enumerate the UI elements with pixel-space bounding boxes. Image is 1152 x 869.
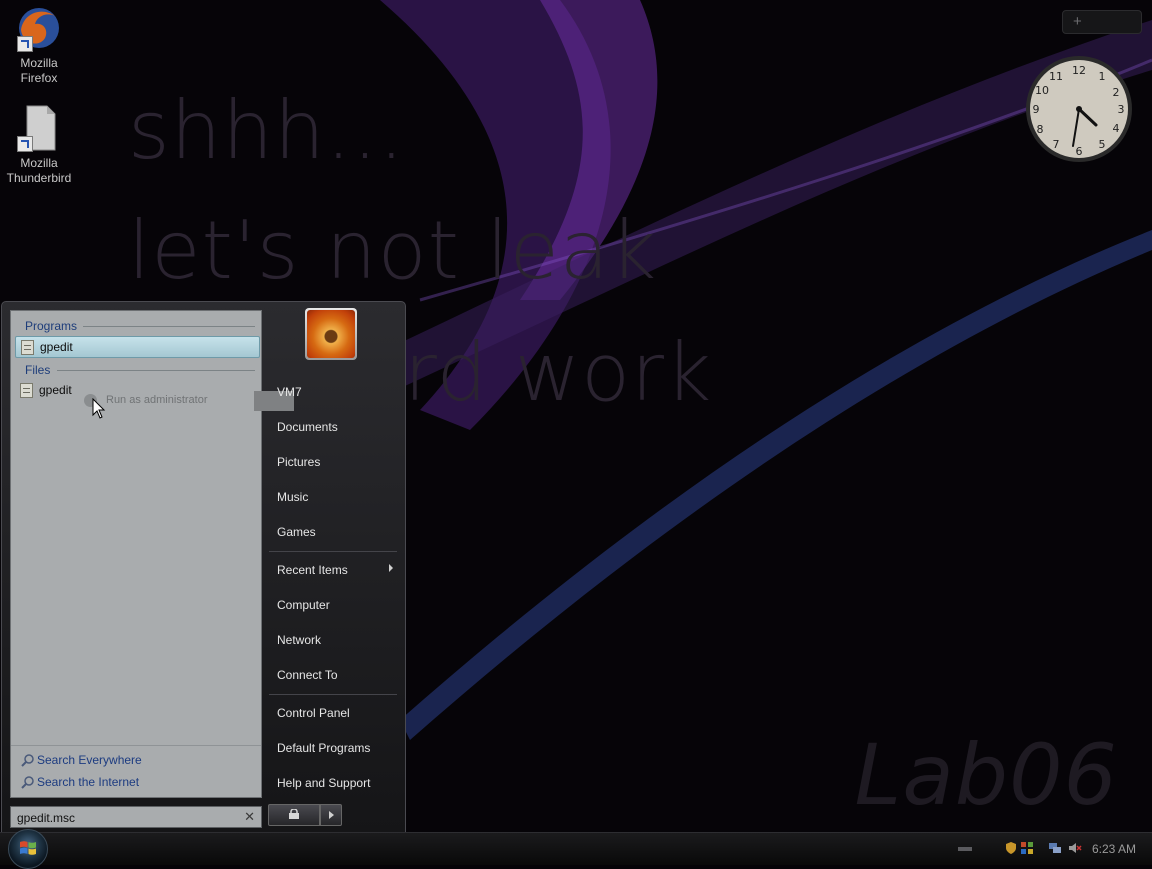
close-icon[interactable]: ✕ (244, 809, 255, 825)
wallpaper-text-line2: let's not leak (128, 204, 658, 297)
svg-text:6: 6 (1076, 145, 1083, 158)
thunderbird-icon (15, 104, 63, 152)
power-options-arrow-button[interactable] (320, 804, 342, 826)
svg-text:2: 2 (1113, 86, 1120, 99)
network-icon[interactable] (1048, 841, 1062, 855)
shortcut-arrow-icon (17, 136, 33, 152)
desktop-icon-thunderbird[interactable]: Mozilla Thunderbird (0, 104, 78, 186)
wallpaper-text-line1: shhh... (128, 84, 406, 177)
volume-muted-icon[interactable] (1068, 841, 1082, 855)
document-icon (21, 340, 34, 355)
programs-heading: Programs (25, 319, 78, 333)
document-icon (20, 383, 33, 398)
clock-gadget[interactable]: 12 12 3 45 6 78 9 1011 (1024, 54, 1134, 164)
section-divider (57, 370, 255, 371)
right-item-network[interactable]: Network (269, 625, 397, 655)
start-menu: Programs gpedit Files gpedit Search Ever… (1, 301, 406, 833)
mouse-cursor-icon (92, 398, 106, 419)
svg-text:9: 9 (1033, 103, 1040, 116)
desktop-icon-firefox[interactable]: Mozilla Firefox (0, 4, 78, 86)
svg-text:5: 5 (1099, 138, 1106, 151)
program-result-gpedit[interactable]: gpedit (15, 336, 260, 358)
run-as-administrator-hint[interactable]: Run as administrator (76, 391, 294, 411)
start-button[interactable] (8, 829, 48, 869)
power-controls (268, 804, 342, 826)
start-search-box[interactable]: ✕ (10, 806, 262, 828)
right-item-computer[interactable]: Computer (269, 590, 397, 620)
search-input[interactable] (15, 808, 241, 827)
user-picture[interactable] (305, 308, 357, 360)
svg-text:1: 1 (1099, 70, 1106, 83)
shortcut-arrow-icon (17, 36, 33, 52)
svg-text:11: 11 (1049, 70, 1063, 83)
svg-text:7: 7 (1053, 138, 1060, 151)
firefox-icon (15, 4, 63, 52)
right-item-default-programs[interactable]: Default Programs (269, 733, 397, 763)
magnifier-icon (21, 754, 34, 767)
result-label: gpedit (39, 383, 72, 397)
taskbar: 6:23 AM (0, 829, 1152, 869)
search-links-divider (11, 745, 261, 746)
right-item-music[interactable]: Music (269, 482, 397, 512)
context-hint-label: Run as administrator (106, 394, 208, 406)
right-item-recent-items[interactable]: Recent Items (269, 555, 397, 585)
flower-avatar-image (307, 310, 355, 358)
submenu-arrow-icon (389, 564, 393, 572)
taskbar-clock[interactable]: 6:23 AM (1092, 842, 1136, 856)
search-results-pane: Programs gpedit Files gpedit Search Ever… (10, 310, 262, 798)
wallpaper-text-line3: rd work (404, 326, 713, 419)
svg-text:4: 4 (1113, 122, 1120, 135)
desktop-icon-label: Mozilla Thunderbird (6, 156, 72, 185)
right-item-pictures[interactable]: Pictures (269, 447, 397, 477)
files-heading: Files (25, 363, 51, 377)
windows-logo-icon (20, 841, 36, 855)
lock-icon (289, 809, 299, 819)
result-label: gpedit (40, 340, 73, 354)
right-item-user[interactable]: VM7 (269, 377, 397, 407)
menu-separator (269, 551, 397, 552)
plus-icon[interactable]: + (1073, 13, 1082, 30)
svg-text:10: 10 (1035, 84, 1049, 97)
magnifier-icon (21, 776, 34, 789)
windows-update-icon[interactable] (1020, 841, 1034, 855)
menu-separator (269, 694, 397, 695)
right-item-help-and-support[interactable]: Help and Support (269, 768, 397, 798)
svg-text:12: 12 (1072, 64, 1086, 77)
wallpaper-watermark: Lab06 (854, 726, 1118, 824)
svg-text:3: 3 (1118, 103, 1125, 116)
desktop-icon-label: Mozilla Firefox (20, 56, 58, 85)
section-divider (83, 326, 255, 327)
sidebar-gadget-controls[interactable]: + (1062, 10, 1142, 34)
right-item-connect-to[interactable]: Connect To (269, 660, 397, 690)
svg-text:8: 8 (1037, 123, 1044, 136)
right-item-games[interactable]: Games (269, 517, 397, 547)
right-item-documents[interactable]: Documents (269, 412, 397, 442)
show-desktop-icon[interactable] (958, 847, 972, 851)
right-item-control-panel[interactable]: Control Panel (269, 698, 397, 728)
security-shield-icon[interactable] (1004, 841, 1018, 855)
lock-button[interactable] (268, 804, 320, 826)
